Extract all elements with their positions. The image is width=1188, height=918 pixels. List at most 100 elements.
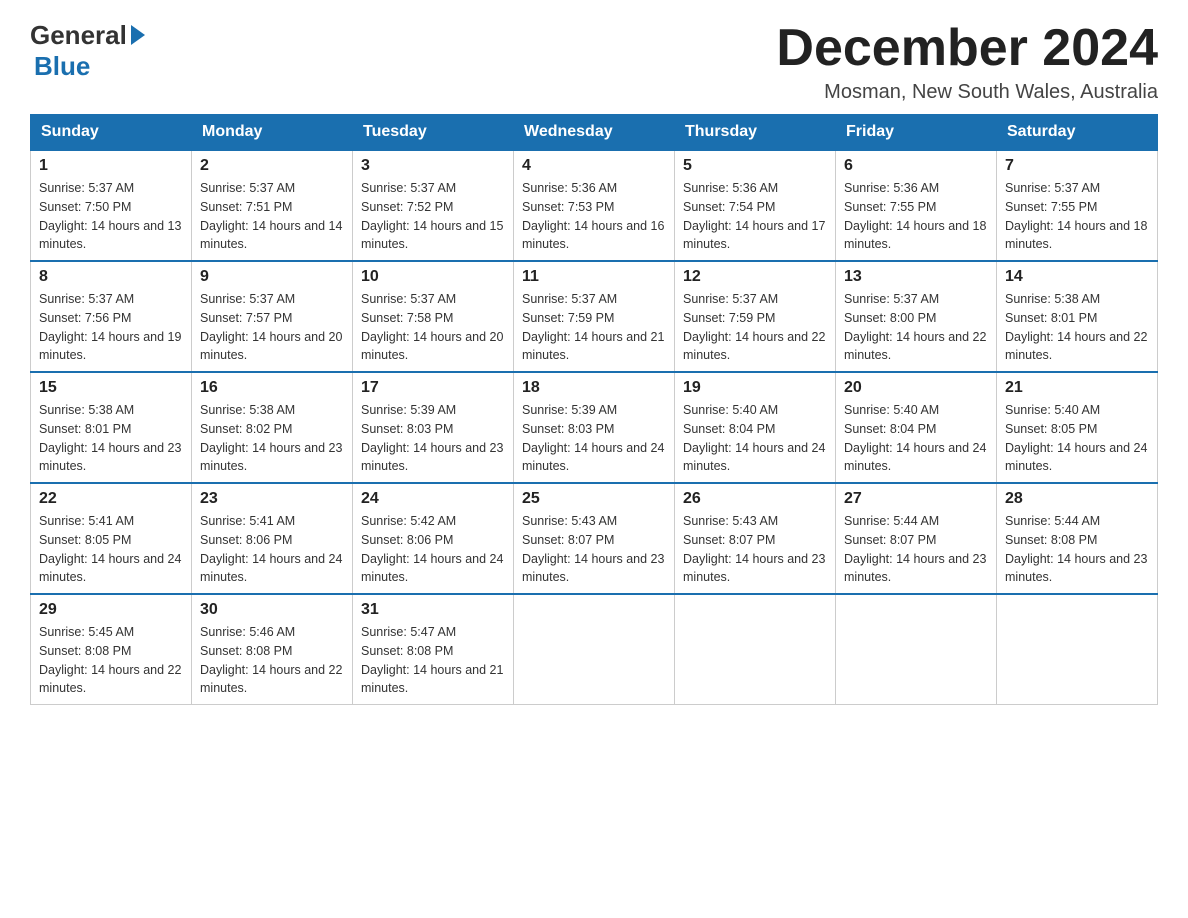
day-number: 13 xyxy=(844,268,988,286)
calendar-day-cell: 16Sunrise: 5:38 AMSunset: 8:02 PMDayligh… xyxy=(192,372,353,483)
day-number: 23 xyxy=(200,490,344,508)
weekday-header-sunday: Sunday xyxy=(31,115,192,151)
calendar-week-row: 1 Sunrise: 5:37 AMSunset: 7:50 PMDaylight… xyxy=(31,150,1158,261)
calendar-day-cell: 17 Sunrise: 5:39 AMSunset: 8:03 PMDayligh… xyxy=(353,372,514,483)
day-info: Sunrise: 5:37 AMSunset: 7:51 PMDaylight:… xyxy=(200,179,344,254)
weekday-header-saturday: Saturday xyxy=(997,115,1158,151)
day-info: Sunrise: 5:38 AMSunset: 8:02 PMDaylight:… xyxy=(200,401,344,476)
day-info: Sunrise: 5:39 AMSunset: 8:03 PMDaylight:… xyxy=(361,401,505,476)
day-info: Sunrise: 5:42 AMSunset: 8:06 PMDaylight:… xyxy=(361,512,505,587)
day-info: Sunrise: 5:37 AMSunset: 8:00 PMDaylight:… xyxy=(844,290,988,365)
logo-blue-text: Blue xyxy=(34,51,90,82)
day-info: Sunrise: 5:37 AMSunset: 7:52 PMDaylight:… xyxy=(361,179,505,254)
calendar-day-cell: 11 Sunrise: 5:37 AMSunset: 7:59 PMDayligh… xyxy=(514,261,675,372)
day-number: 3 xyxy=(361,157,505,175)
day-info: Sunrise: 5:40 AMSunset: 8:04 PMDaylight:… xyxy=(844,401,988,476)
day-number: 31 xyxy=(361,601,505,619)
calendar-day-cell: 13 Sunrise: 5:37 AMSunset: 8:00 PMDayligh… xyxy=(836,261,997,372)
day-info: Sunrise: 5:47 AMSunset: 8:08 PMDaylight:… xyxy=(361,623,505,698)
calendar-day-cell: 20 Sunrise: 5:40 AMSunset: 8:04 PMDayligh… xyxy=(836,372,997,483)
day-number: 8 xyxy=(39,268,183,286)
calendar-day-cell: 10Sunrise: 5:37 AMSunset: 7:58 PMDayligh… xyxy=(353,261,514,372)
weekday-header-monday: Monday xyxy=(192,115,353,151)
day-info: Sunrise: 5:41 AMSunset: 8:05 PMDaylight:… xyxy=(39,512,183,587)
calendar-day-cell xyxy=(836,594,997,705)
calendar-day-cell: 5 Sunrise: 5:36 AMSunset: 7:54 PMDaylight… xyxy=(675,150,836,261)
calendar-day-cell: 28 Sunrise: 5:44 AMSunset: 8:08 PMDayligh… xyxy=(997,483,1158,594)
day-info: Sunrise: 5:38 AMSunset: 8:01 PMDaylight:… xyxy=(39,401,183,476)
calendar-day-cell: 25 Sunrise: 5:43 AMSunset: 8:07 PMDayligh… xyxy=(514,483,675,594)
calendar-day-cell xyxy=(514,594,675,705)
day-info: Sunrise: 5:39 AMSunset: 8:03 PMDaylight:… xyxy=(522,401,666,476)
day-number: 30 xyxy=(200,601,344,619)
day-info: Sunrise: 5:37 AMSunset: 7:50 PMDaylight:… xyxy=(39,179,183,254)
day-number: 20 xyxy=(844,379,988,397)
calendar-day-cell: 30 Sunrise: 5:46 AMSunset: 8:08 PMDayligh… xyxy=(192,594,353,705)
day-number: 15 xyxy=(39,379,183,397)
day-number: 21 xyxy=(1005,379,1149,397)
day-info: Sunrise: 5:44 AMSunset: 8:07 PMDaylight:… xyxy=(844,512,988,587)
calendar-week-row: 22 Sunrise: 5:41 AMSunset: 8:05 PMDayligh… xyxy=(31,483,1158,594)
month-title: December 2024 xyxy=(776,20,1158,77)
location-subtitle: Mosman, New South Wales, Australia xyxy=(776,81,1158,104)
day-info: Sunrise: 5:40 AMSunset: 8:04 PMDaylight:… xyxy=(683,401,827,476)
calendar-day-cell: 29 Sunrise: 5:45 AMSunset: 8:08 PMDayligh… xyxy=(31,594,192,705)
day-info: Sunrise: 5:46 AMSunset: 8:08 PMDaylight:… xyxy=(200,623,344,698)
day-info: Sunrise: 5:43 AMSunset: 8:07 PMDaylight:… xyxy=(522,512,666,587)
day-number: 11 xyxy=(522,268,666,286)
logo-triangle-icon xyxy=(131,25,145,45)
day-info: Sunrise: 5:36 AMSunset: 7:54 PMDaylight:… xyxy=(683,179,827,254)
day-info: Sunrise: 5:37 AMSunset: 7:59 PMDaylight:… xyxy=(522,290,666,365)
day-info: Sunrise: 5:37 AMSunset: 7:56 PMDaylight:… xyxy=(39,290,183,365)
day-info: Sunrise: 5:45 AMSunset: 8:08 PMDaylight:… xyxy=(39,623,183,698)
logo-general-text: General xyxy=(30,20,127,51)
day-number: 1 xyxy=(39,157,183,175)
day-number: 7 xyxy=(1005,157,1149,175)
calendar-table: SundayMondayTuesdayWednesdayThursdayFrid… xyxy=(30,114,1158,705)
day-info: Sunrise: 5:44 AMSunset: 8:08 PMDaylight:… xyxy=(1005,512,1149,587)
weekday-header-thursday: Thursday xyxy=(675,115,836,151)
day-number: 27 xyxy=(844,490,988,508)
calendar-day-cell: 2Sunrise: 5:37 AMSunset: 7:51 PMDaylight… xyxy=(192,150,353,261)
page-header: General Blue December 2024 Mosman, New S… xyxy=(30,20,1158,104)
day-info: Sunrise: 5:36 AMSunset: 7:53 PMDaylight:… xyxy=(522,179,666,254)
calendar-day-cell: 23Sunrise: 5:41 AMSunset: 8:06 PMDayligh… xyxy=(192,483,353,594)
calendar-day-cell: 6Sunrise: 5:36 AMSunset: 7:55 PMDaylight… xyxy=(836,150,997,261)
calendar-day-cell: 1 Sunrise: 5:37 AMSunset: 7:50 PMDaylight… xyxy=(31,150,192,261)
weekday-header-row: SundayMondayTuesdayWednesdayThursdayFrid… xyxy=(31,115,1158,151)
day-number: 17 xyxy=(361,379,505,397)
calendar-day-cell: 18 Sunrise: 5:39 AMSunset: 8:03 PMDayligh… xyxy=(514,372,675,483)
weekday-header-wednesday: Wednesday xyxy=(514,115,675,151)
calendar-day-cell: 24 Sunrise: 5:42 AMSunset: 8:06 PMDayligh… xyxy=(353,483,514,594)
calendar-day-cell: 21 Sunrise: 5:40 AMSunset: 8:05 PMDayligh… xyxy=(997,372,1158,483)
day-number: 18 xyxy=(522,379,666,397)
calendar-day-cell: 9 Sunrise: 5:37 AMSunset: 7:57 PMDaylight… xyxy=(192,261,353,372)
day-number: 22 xyxy=(39,490,183,508)
day-info: Sunrise: 5:37 AMSunset: 7:57 PMDaylight:… xyxy=(200,290,344,365)
day-info: Sunrise: 5:37 AMSunset: 7:59 PMDaylight:… xyxy=(683,290,827,365)
calendar-day-cell: 3 Sunrise: 5:37 AMSunset: 7:52 PMDaylight… xyxy=(353,150,514,261)
calendar-day-cell: 31 Sunrise: 5:47 AMSunset: 8:08 PMDayligh… xyxy=(353,594,514,705)
day-number: 29 xyxy=(39,601,183,619)
day-info: Sunrise: 5:37 AMSunset: 7:58 PMDaylight:… xyxy=(361,290,505,365)
day-number: 9 xyxy=(200,268,344,286)
day-number: 26 xyxy=(683,490,827,508)
weekday-header-tuesday: Tuesday xyxy=(353,115,514,151)
day-number: 24 xyxy=(361,490,505,508)
calendar-day-cell xyxy=(997,594,1158,705)
day-number: 5 xyxy=(683,157,827,175)
day-number: 28 xyxy=(1005,490,1149,508)
day-info: Sunrise: 5:43 AMSunset: 8:07 PMDaylight:… xyxy=(683,512,827,587)
calendar-day-cell: 15 Sunrise: 5:38 AMSunset: 8:01 PMDayligh… xyxy=(31,372,192,483)
calendar-day-cell xyxy=(675,594,836,705)
day-info: Sunrise: 5:38 AMSunset: 8:01 PMDaylight:… xyxy=(1005,290,1149,365)
day-number: 12 xyxy=(683,268,827,286)
calendar-week-row: 15 Sunrise: 5:38 AMSunset: 8:01 PMDayligh… xyxy=(31,372,1158,483)
calendar-day-cell: 7Sunrise: 5:37 AMSunset: 7:55 PMDaylight… xyxy=(997,150,1158,261)
calendar-day-cell: 4Sunrise: 5:36 AMSunset: 7:53 PMDaylight… xyxy=(514,150,675,261)
logo: General Blue xyxy=(30,20,145,82)
calendar-week-row: 29 Sunrise: 5:45 AMSunset: 8:08 PMDayligh… xyxy=(31,594,1158,705)
calendar-day-cell: 26 Sunrise: 5:43 AMSunset: 8:07 PMDayligh… xyxy=(675,483,836,594)
day-number: 25 xyxy=(522,490,666,508)
day-info: Sunrise: 5:40 AMSunset: 8:05 PMDaylight:… xyxy=(1005,401,1149,476)
